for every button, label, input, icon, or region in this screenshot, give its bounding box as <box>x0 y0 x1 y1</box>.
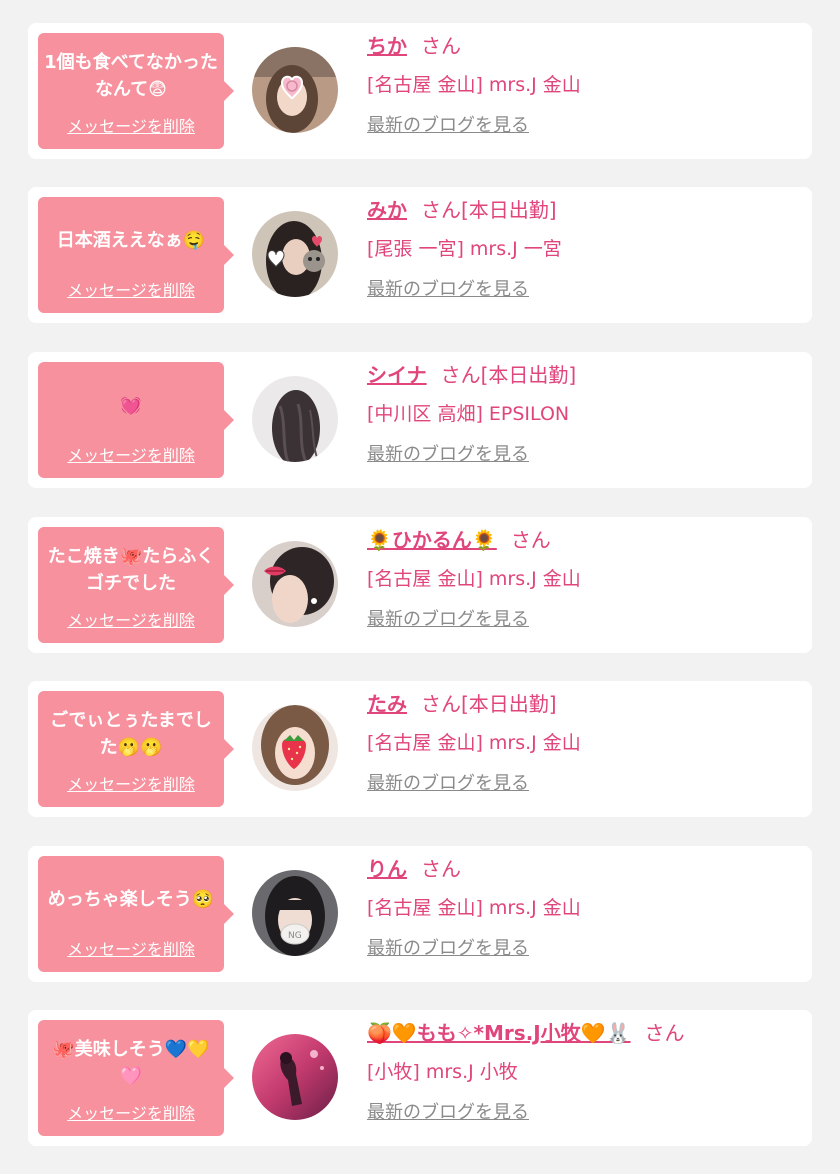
message-card: 日本酒ええなぁ🤤 メッセージを削除 みか さん[本日出勤] [尾張 一宮] mrs… <box>28 187 812 323</box>
girl-photo-hair-icon[interactable] <box>252 376 338 462</box>
girl-photo-ng-icon[interactable]: NG <box>252 870 338 956</box>
message-bubble: ごでぃとぅたまでした🫢🫢 メッセージを削除 <box>38 691 234 807</box>
shop-label: [小牧] mrs.J 小牧 <box>367 1061 518 1083</box>
name-line: りん さん <box>367 854 802 884</box>
name-line: ちか さん <box>367 31 802 61</box>
message-bubble: 💓 メッセージを削除 <box>38 362 234 478</box>
delete-message-link[interactable]: メッセージを削除 <box>38 277 224 301</box>
shop-label: [中川区 高畑] EPSILON <box>367 403 570 425</box>
message-text: ごでぃとぅたまでした🫢🫢 <box>50 710 212 758</box>
name-line: シイナ さん[本日出勤] <box>367 360 802 390</box>
message-text: 💓 <box>119 394 143 416</box>
latest-blog-link[interactable]: 最新のブログを見る <box>367 771 529 797</box>
message-card: 💓 メッセージを削除 シイナ さん[本日出勤] [中川区 高畑] EPSILON … <box>28 352 812 488</box>
message-bubble: 日本酒ええなぁ🤤 メッセージを削除 <box>38 197 234 313</box>
girl-photo-lips-icon[interactable] <box>252 541 338 627</box>
honorific-status: さん <box>421 34 461 58</box>
girl-name-link[interactable]: 🌻ひかるん🌻 <box>367 528 497 552</box>
latest-blog-link[interactable]: 最新のブログを見る <box>367 113 529 139</box>
delete-message-link[interactable]: メッセージを削除 <box>38 936 224 960</box>
shop-label: [名古屋 金山] mrs.J 金山 <box>367 568 581 590</box>
girl-info: 🍑🧡もも✧*Mrs.J小牧🧡🐰 さん [小牧] mrs.J 小牧 最新のブログを見… <box>367 1018 802 1126</box>
girl-name-link[interactable]: シイナ <box>367 363 427 387</box>
delete-message-link[interactable]: メッセージを削除 <box>38 1100 224 1124</box>
message-card: 🐙美味しそう💙💛🩷 メッセージを削除 🍑🧡もも✧*Mrs.J小牧🧡🐰 さん [小… <box>28 1010 812 1146</box>
message-text: 🐙美味しそう💙💛🩷 <box>52 1039 210 1087</box>
honorific-status: さん[本日出勤] <box>421 198 557 222</box>
girl-photo-cat-icon[interactable] <box>252 211 338 297</box>
shop-label: [名古屋 金山] mrs.J 金山 <box>367 897 581 919</box>
message-list: 1個も食べてなかったなんて😨 メッセージを削除 ちか さん [名古屋 金山] mr… <box>0 0 840 1174</box>
name-line: 🌻ひかるん🌻 さん <box>367 525 802 555</box>
message-bubble: たこ焼き🐙たらふくゴチでした メッセージを削除 <box>38 527 234 643</box>
message-text: 1個も食べてなかったなんて😨 <box>44 52 218 100</box>
message-bubble: 1個も食べてなかったなんて😨 メッセージを削除 <box>38 33 234 149</box>
shop-label: [尾張 一宮] mrs.J 一宮 <box>367 238 562 260</box>
delete-message-link[interactable]: メッセージを削除 <box>38 771 224 795</box>
latest-blog-link[interactable]: 最新のブログを見る <box>367 936 529 962</box>
name-line: みか さん[本日出勤] <box>367 195 802 225</box>
name-line: たみ さん[本日出勤] <box>367 689 802 719</box>
girl-info: ちか さん [名古屋 金山] mrs.J 金山 最新のブログを見る <box>367 31 802 139</box>
girl-photo-strawberry-icon[interactable] <box>252 705 338 791</box>
latest-blog-link[interactable]: 最新のブログを見る <box>367 607 529 633</box>
delete-message-link[interactable]: メッセージを削除 <box>38 113 224 137</box>
girl-name-link[interactable]: 🍑🧡もも✧*Mrs.J小牧🧡🐰 <box>367 1021 631 1045</box>
message-bubble: 🐙美味しそう💙💛🩷 メッセージを削除 <box>38 1020 234 1136</box>
girl-info: りん さん [名古屋 金山] mrs.J 金山 最新のブログを見る <box>367 854 802 962</box>
girl-photo-heart-icon[interactable] <box>252 47 338 133</box>
message-bubble: めっちゃ楽しそう🥺 メッセージを削除 <box>38 856 234 972</box>
shop-label: [名古屋 金山] mrs.J 金山 <box>367 732 581 754</box>
latest-blog-link[interactable]: 最新のブログを見る <box>367 1100 529 1126</box>
girl-photo-pink-icon[interactable] <box>252 1034 338 1120</box>
honorific-status: さん <box>421 857 461 881</box>
delete-message-link[interactable]: メッセージを削除 <box>38 442 224 466</box>
girl-name-link[interactable]: りん <box>367 857 407 881</box>
girl-name-link[interactable]: ちか <box>367 34 407 58</box>
girl-name-link[interactable]: みか <box>367 198 407 222</box>
message-text: めっちゃ楽しそう🥺 <box>47 888 215 910</box>
girl-info: たみ さん[本日出勤] [名古屋 金山] mrs.J 金山 最新のブログを見る <box>367 689 802 797</box>
latest-blog-link[interactable]: 最新のブログを見る <box>367 277 529 303</box>
shop-label: [名古屋 金山] mrs.J 金山 <box>367 74 581 96</box>
message-card: たこ焼き🐙たらふくゴチでした メッセージを削除 🌻ひかるん🌻 さん [名古屋 金山… <box>28 517 812 653</box>
message-text: 日本酒ええなぁ🤤 <box>56 229 206 251</box>
girl-info: 🌻ひかるん🌻 さん [名古屋 金山] mrs.J 金山 最新のブログを見る <box>367 525 802 633</box>
message-text: たこ焼き🐙たらふくゴチでした <box>47 546 215 594</box>
honorific-status: さん <box>510 528 551 552</box>
girl-name-link[interactable]: たみ <box>367 692 407 716</box>
message-card: めっちゃ楽しそう🥺 メッセージを削除 NG りん さん [名古屋 金山] mrs.… <box>28 846 812 982</box>
message-card: ごでぃとぅたまでした🫢🫢 メッセージを削除 たみ さん[本日出勤] [名古屋 金山… <box>28 681 812 817</box>
girl-info: シイナ さん[本日出勤] [中川区 高畑] EPSILON 最新のブログを見る <box>367 360 802 468</box>
honorific-status: さん[本日出勤] <box>440 363 577 387</box>
message-card: 1個も食べてなかったなんて😨 メッセージを削除 ちか さん [名古屋 金山] mr… <box>28 23 812 159</box>
honorific-status: さん <box>644 1021 685 1045</box>
honorific-status: さん[本日出勤] <box>421 692 557 716</box>
latest-blog-link[interactable]: 最新のブログを見る <box>367 442 529 468</box>
svg-text:NG: NG <box>288 931 302 941</box>
girl-info: みか さん[本日出勤] [尾張 一宮] mrs.J 一宮 最新のブログを見る <box>367 195 802 303</box>
name-line: 🍑🧡もも✧*Mrs.J小牧🧡🐰 さん <box>367 1018 802 1048</box>
delete-message-link[interactable]: メッセージを削除 <box>38 607 224 631</box>
